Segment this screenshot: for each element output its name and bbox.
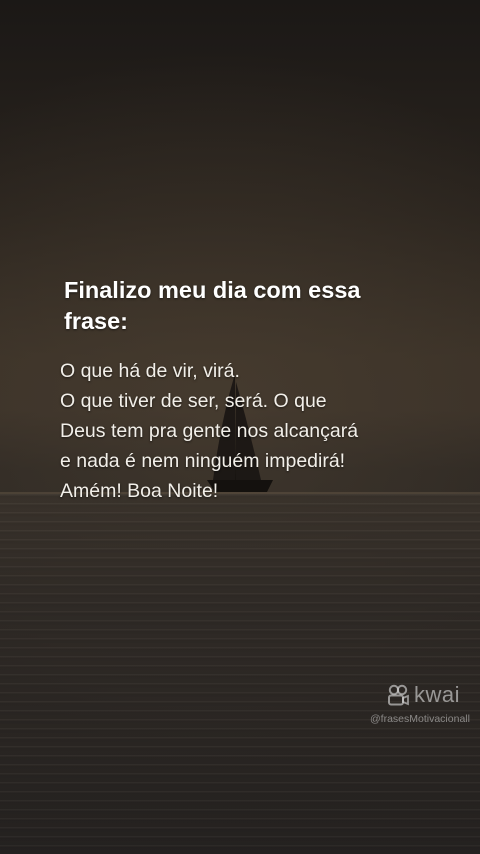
kwai-user-handle: @frasesMotivacionall (370, 713, 470, 725)
kwai-brand-label: kwai (414, 682, 461, 707)
message-line: O que tiver de ser, será. O que (60, 390, 327, 412)
sea (0, 494, 480, 854)
kwai-watermark: kwai (386, 680, 460, 710)
post-title: Finalizo meu dia com essa frase: (64, 277, 361, 334)
message-line: Amém! Boa Noite! (60, 480, 219, 502)
post-message: O que há de vir, virá. O que tiver de se… (60, 356, 400, 506)
message-line: e nada é nem ninguém impedirá! (60, 450, 346, 472)
message-line: Deus tem pra gente nos alcançará (60, 420, 359, 442)
message-line: O que há de vir, virá. (60, 360, 240, 382)
kwai-logo-icon (388, 684, 409, 706)
